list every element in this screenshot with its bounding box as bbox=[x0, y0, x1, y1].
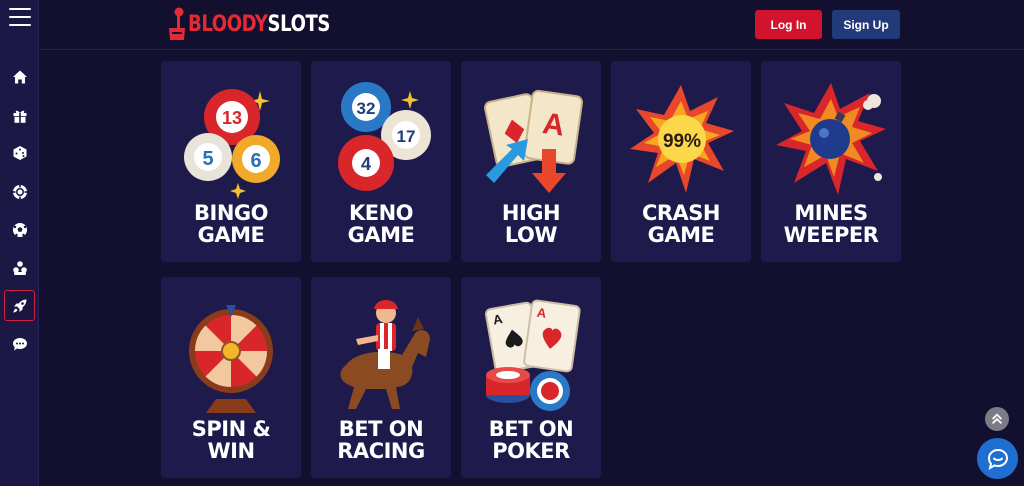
game-card-bingo[interactable]: 13 5 6 BINGO GAME bbox=[161, 61, 301, 262]
game-card-spin-win[interactable]: SPIN & WIN bbox=[161, 277, 301, 478]
game-title: CRASH GAME bbox=[611, 202, 751, 246]
soccer-ball-icon[interactable] bbox=[4, 214, 35, 245]
game-title-line: MINES bbox=[794, 201, 868, 225]
keno-ball-number: 32 bbox=[357, 99, 376, 118]
game-title-line: LOW bbox=[504, 223, 558, 247]
explosion-icon: 99% bbox=[630, 85, 734, 193]
game-title: MINES WEEPER bbox=[761, 202, 901, 246]
game-title: BINGO GAME bbox=[161, 202, 301, 246]
game-title: BET ON RACING bbox=[311, 418, 451, 462]
game-title-line: BINGO bbox=[194, 201, 268, 225]
game-card-crash[interactable]: 99% CRASH GAME bbox=[611, 61, 751, 262]
game-title-line: WIN bbox=[207, 439, 255, 463]
crash-multiplier: 99% bbox=[663, 131, 701, 152]
brand-logo[interactable]: BLOODYSLOTS bbox=[168, 4, 361, 44]
login-button[interactable]: Log In bbox=[755, 10, 822, 39]
game-title-line: GAME bbox=[197, 223, 265, 247]
game-title-line: BET ON bbox=[338, 417, 424, 441]
game-title-line: POKER bbox=[492, 439, 570, 463]
game-title: SPIN & WIN bbox=[161, 418, 301, 462]
game-title-line: RACING bbox=[337, 439, 425, 463]
keno-balls-icon: 32 17 4 bbox=[338, 82, 431, 191]
joystick-logo-icon bbox=[169, 7, 185, 40]
bingo-ball-number: 5 bbox=[202, 148, 213, 170]
brand-name-part2: SLOTS bbox=[267, 11, 331, 37]
game-title: KENO GAME bbox=[311, 202, 451, 246]
game-title-line: WEEPER bbox=[783, 223, 879, 247]
cards-icon[interactable] bbox=[4, 252, 35, 283]
live-chat-button[interactable] bbox=[977, 438, 1018, 479]
game-title-line: KENO bbox=[348, 201, 414, 225]
game-title-line: GAME bbox=[347, 223, 415, 247]
scroll-to-top-button[interactable] bbox=[985, 407, 1009, 431]
home-icon[interactable] bbox=[4, 61, 35, 92]
bingo-ball-number: 13 bbox=[222, 108, 242, 128]
game-card-racing[interactable]: BET ON RACING bbox=[311, 277, 451, 478]
horse-racing-icon bbox=[340, 300, 430, 409]
high-low-cards-icon: A bbox=[484, 89, 583, 193]
card-rank: A bbox=[541, 107, 567, 143]
chat-bubble-icon bbox=[987, 448, 1008, 470]
menu-toggle-icon[interactable] bbox=[9, 8, 31, 26]
signup-button[interactable]: Sign Up bbox=[832, 10, 900, 39]
game-title-line: CRASH bbox=[641, 201, 721, 225]
keno-ball-number: 4 bbox=[361, 154, 371, 174]
prize-wheel-icon bbox=[189, 305, 273, 413]
brand-name-part1: BLOODY bbox=[188, 11, 268, 37]
game-card-mines[interactable]: MINES WEEPER bbox=[761, 61, 901, 262]
game-card-keno[interactable]: 32 17 4 KENO GAME bbox=[311, 61, 451, 262]
game-card-poker[interactable]: A A BET ON POKER bbox=[461, 277, 601, 478]
game-title-line: HIGH bbox=[501, 201, 561, 225]
dice-icon[interactable] bbox=[4, 137, 35, 168]
rocket-icon[interactable] bbox=[4, 290, 35, 321]
bingo-balls-icon: 13 5 6 bbox=[184, 89, 280, 199]
top-bar: BLOODYSLOTS Log In Sign Up bbox=[40, 0, 1024, 50]
game-title: BET ON POKER bbox=[461, 418, 601, 462]
game-title-line: SPIN & bbox=[191, 417, 271, 441]
bingo-ball-number: 6 bbox=[250, 150, 261, 172]
double-chevron-up-icon bbox=[992, 413, 1002, 424]
game-card-high-low[interactable]: A HIGH LOW bbox=[461, 61, 601, 262]
chat-icon[interactable] bbox=[4, 328, 35, 359]
bomb-explosion-icon bbox=[776, 83, 886, 195]
game-title-line: GAME bbox=[647, 223, 715, 247]
gift-icon[interactable] bbox=[4, 100, 35, 131]
sidebar bbox=[0, 0, 39, 486]
casino-chip-icon[interactable] bbox=[4, 176, 35, 207]
game-title-line: BET ON bbox=[488, 417, 574, 441]
poker-cards-chips-icon: A A bbox=[484, 299, 581, 411]
keno-ball-number: 17 bbox=[397, 127, 416, 146]
game-title: HIGH LOW bbox=[461, 202, 601, 246]
